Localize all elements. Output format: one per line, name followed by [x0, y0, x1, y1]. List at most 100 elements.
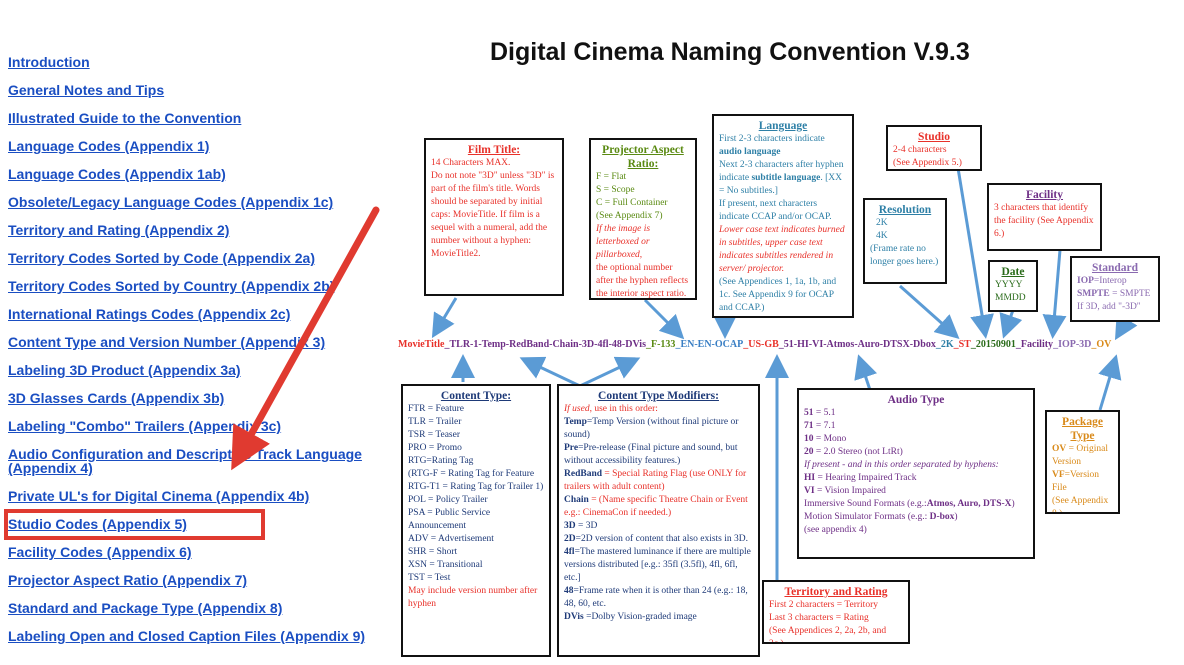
projector-italic-note: If the image is letterboxed or pillarbox… — [596, 224, 651, 260]
filename-example: MovieTitle_TLR-1-Temp-RedBand-Chain-3D-4… — [398, 339, 1111, 350]
language-text: If present, next characters indicate CCA… — [719, 199, 832, 222]
audio-code: 20 — [804, 447, 814, 457]
audio-code: 51 — [804, 408, 814, 418]
modifier-code: Temp — [564, 417, 587, 427]
resolution-line: 2K — [876, 218, 888, 228]
content-type-line: ADV = Advertisement — [408, 534, 494, 544]
content-type-line: RTG-T1 = Rating Tag for Trailer 1) — [408, 482, 544, 492]
package-code: VF — [1052, 470, 1065, 480]
filename-segment: _F-133 — [645, 339, 676, 350]
filename-segment: _20150901 — [970, 339, 1016, 350]
audio-bold: D-box — [929, 512, 955, 522]
filename-segment: _EN-EN-OCAP — [675, 339, 744, 350]
resolution-box: Resolution 2K 4K (Frame rate no longer g… — [863, 198, 947, 284]
filename-segment: _OV — [1091, 339, 1112, 350]
resolution-note: (Frame rate no longer goes here.) — [870, 244, 939, 267]
audio-text: = Vision Impaired — [814, 486, 886, 496]
content-type-line: XSN = Transitional — [408, 560, 483, 570]
projector-line: (See Appendix 7) — [596, 211, 663, 221]
audio-text: ) — [954, 512, 958, 522]
audio-text: = 2.0 Stereo (not LtRt) — [813, 447, 903, 457]
modifier-text: =The mastered luminance if there are mul… — [564, 547, 751, 583]
content-type-line: RTG=Rating Tag — [408, 456, 474, 466]
modifier-code: 4fl — [564, 547, 575, 557]
audio-type-box: Audio Type 51 = 5.1 71 = 7.1 10 = Mono 20 =… — [797, 388, 1035, 559]
package-code: OV — [1052, 444, 1067, 454]
content-type-note: May include version number after hyphen — [408, 586, 538, 609]
audio-heading: Audio Type — [887, 394, 945, 406]
date-heading: Date — [1001, 266, 1025, 278]
language-bold: subtitle language — [751, 173, 821, 183]
red-pointer-arrow — [231, 206, 380, 471]
content-type-line: SHR = Short — [408, 547, 458, 557]
modifier-text: =Pre-release (Final picture and sound, b… — [564, 443, 738, 466]
audio-text: = Hearing Impaired Track — [815, 473, 917, 483]
film-title-heading: Film Title: — [467, 144, 521, 156]
audio-text: = Mono — [813, 434, 847, 444]
film-title-line: Do not note "3D" unless "3D" is part of … — [431, 171, 555, 259]
modifier-item: 2D=2D version of content that also exist… — [564, 533, 753, 546]
audio-text: = 7.1 — [813, 421, 836, 431]
territory-line: First 2 characters = Territory — [769, 600, 878, 610]
film-title-line: 14 Characters MAX. — [431, 158, 511, 168]
content-type-line: (RTG-F = Rating Tag for Feature — [408, 469, 535, 479]
studio-line: (See Appendix 5.) — [893, 158, 962, 168]
audio-code: VI — [804, 486, 815, 496]
modifier-item: 48=Frame rate when it is other than 24 (… — [564, 585, 753, 611]
projector-line: S = Scope — [596, 185, 635, 195]
audio-code: HI — [804, 473, 816, 483]
modifier-code: 48 — [564, 586, 574, 596]
language-box: Language First 2-3 characters indicate a… — [712, 114, 854, 318]
modifier-item: Pre=Pre-release (Final picture and sound… — [564, 442, 753, 468]
facility-text: 3 characters that identify the facility … — [994, 203, 1094, 239]
standard-text: =Interop — [1093, 276, 1127, 286]
audio-line: 71 = 7.1 — [804, 420, 1028, 433]
content-modifiers-box: Content Type Modifiers: If used, use in … — [557, 384, 760, 657]
filename-segment: _TLR-1-Temp-RedBand-Chain-3D-4fl-48-DVis — [444, 339, 646, 350]
language-see: (See Appendices 1, 1a, 1b, and 1c. See A… — [719, 277, 837, 313]
projector-line: C = Full Container — [596, 198, 668, 208]
content-type-line: TST = Test — [408, 573, 451, 583]
resolution-line: 4K — [876, 231, 888, 241]
language-heading: Language — [758, 120, 808, 132]
standard-box: Standard IOP=Interop SMPTE = SMPTE If 3D… — [1070, 256, 1160, 322]
content-type-line: FTR = Feature — [408, 404, 465, 414]
audio-text: = 5.1 — [813, 408, 836, 418]
content-type-line: TLR = Trailer — [408, 417, 462, 427]
modifier-item: DVis =Dolby Vision-graded image — [564, 611, 753, 624]
modifier-text: =Temp Version (without final picture or … — [564, 417, 739, 440]
modifier-item: 3D = 3D — [564, 520, 753, 533]
filename-segment: _US-GB — [743, 339, 779, 350]
territory-heading: Territory and Rating — [784, 586, 888, 598]
facility-heading: Facility — [1025, 189, 1064, 201]
filename-segment: _2K — [935, 339, 954, 350]
modifier-code: Pre — [564, 443, 579, 453]
audio-text: Motion Simulator Formats (e.g.: — [804, 512, 930, 522]
audio-line: 51 = 5.1 — [804, 407, 1028, 420]
territory-line: (See Appendices 2, 2a, 2b, and 2c.) — [769, 626, 887, 644]
audio-line: 20 = 2.0 Stereo (not LtRt) — [804, 446, 1028, 459]
modifier-item: Temp=Temp Version (without final picture… — [564, 416, 753, 442]
audio-text: ) — [1011, 499, 1015, 509]
audio-italic: If present - and in this order separated… — [804, 460, 999, 470]
studio-heading: Studio — [918, 131, 950, 143]
audio-see: (see appendix 4) — [804, 525, 867, 535]
modifier-code: 2D — [564, 534, 576, 544]
projector-aspect-box: Projector Aspect Ratio: F = Flat S = Sco… — [589, 138, 697, 300]
film-title-box: Film Title: 14 Characters MAX. Do not no… — [424, 138, 564, 296]
standard-text: = SMPTE — [1109, 289, 1151, 299]
facility-box: Facility 3 characters that identify the … — [987, 183, 1102, 251]
audio-lines: 51 = 5.1 71 = 7.1 10 = Mono 20 = 2.0 Stereo… — [804, 407, 1028, 459]
package-heading: Package Type — [1062, 416, 1103, 442]
date-line: MMDD — [995, 293, 1026, 303]
audio-line: 10 = Mono — [804, 433, 1028, 446]
filename-segment: MovieTitle — [398, 339, 445, 350]
date-line: YYYY — [995, 280, 1023, 290]
content-type-line: TSR = Teaser — [408, 430, 461, 440]
modifier-text: =2D version of content that also exists … — [575, 534, 748, 544]
modifiers-intro: If used — [564, 404, 590, 414]
package-type-box: Package Type OV = Original Version VF=Ve… — [1045, 410, 1120, 514]
standard-text: If 3D, add "-3D" — [1077, 302, 1141, 312]
filename-segment: _IOP-3D — [1053, 339, 1092, 350]
modifier-item: Chain = (Name specific Theatre Chain or … — [564, 494, 753, 520]
